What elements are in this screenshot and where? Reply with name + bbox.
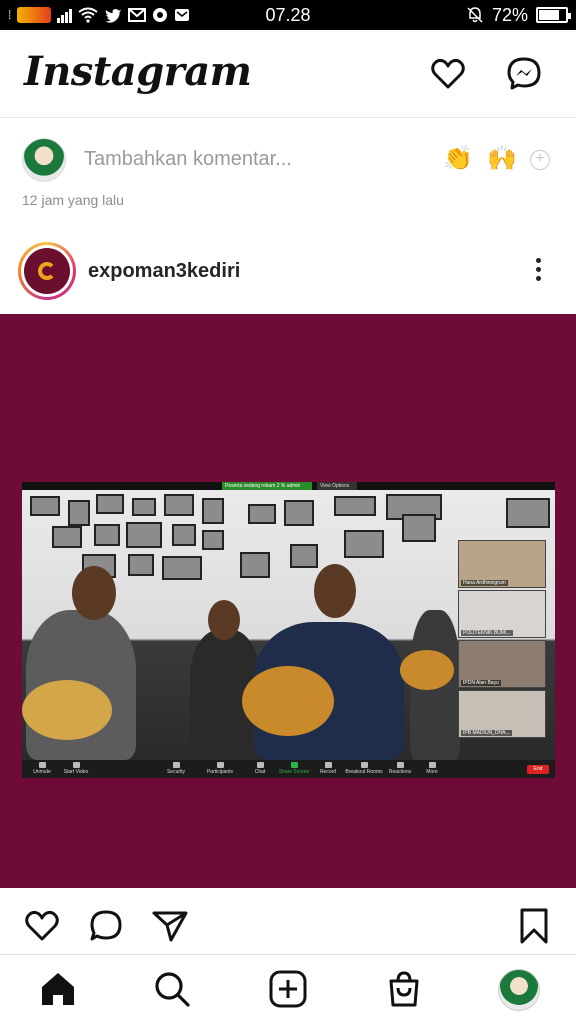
participant-tile: Hana Ardhiningrum — [458, 540, 546, 588]
zoom-screenshot: Peserta sedang rekam 2 % admin View Opti… — [22, 482, 555, 778]
participant-name: POLITEKNIK BUMI... — [461, 630, 513, 636]
zoom-record: Record — [308, 762, 348, 775]
wall-photo — [402, 514, 436, 542]
wall-photo — [290, 544, 318, 568]
bass-guitar — [22, 680, 112, 740]
like-icon — [25, 910, 59, 941]
wall-photo — [52, 526, 82, 548]
more-options-icon[interactable] — [528, 256, 548, 286]
messenger-icon — [507, 57, 541, 90]
comment-button[interactable] — [86, 906, 126, 946]
participant-tile: POLITEKNIK BUMI... — [458, 590, 546, 638]
zoom-breakout-rooms: Breakout Rooms — [344, 762, 384, 775]
story-ring[interactable] — [18, 242, 76, 300]
activity-button[interactable] — [428, 54, 468, 94]
wall-photo — [506, 498, 550, 528]
nav-create[interactable] — [268, 969, 308, 1009]
wall-photo — [344, 530, 384, 558]
search-icon — [155, 972, 190, 1007]
current-user-avatar — [22, 138, 66, 182]
wall-photo — [126, 522, 162, 548]
zoom-view-options: View Options — [317, 482, 357, 490]
app-header: Instagram — [0, 30, 576, 118]
participant-tile: IPDN Alan Bayu — [458, 640, 546, 688]
post-header: expoman3kediri — [0, 236, 576, 310]
zoom-participant-sidebar: Hana Ardhiningrum POLITEKNIK BUMI... IPD… — [458, 540, 546, 740]
nav-search[interactable] — [152, 969, 192, 1009]
add-emoji-icon[interactable]: + — [530, 150, 550, 170]
wall-photo — [334, 496, 376, 516]
post-actions — [0, 896, 576, 954]
zoom-recording-banner: Peserta sedang rekam 2 % admin — [222, 482, 312, 490]
comment-icon — [90, 910, 122, 941]
zoom-end-button: End — [527, 765, 549, 774]
post-username[interactable]: expoman3kediri — [88, 260, 240, 283]
post-image[interactable]: Peserta sedang rekam 2 % admin View Opti… — [0, 314, 576, 888]
post-author-avatar — [24, 248, 70, 294]
instagram-logo[interactable]: Instagram — [24, 48, 252, 95]
post-timestamp: 12 jam yang lalu — [22, 192, 124, 208]
zoom-security: Security — [156, 762, 196, 775]
nav-home[interactable] — [38, 969, 78, 1009]
acoustic-guitar — [242, 666, 334, 736]
home-icon — [42, 973, 74, 1005]
share-icon — [152, 911, 188, 942]
wall-photo — [128, 554, 154, 576]
participant-name: IPDN Alan Bayu — [461, 680, 501, 686]
zoom-more: More — [412, 762, 452, 775]
zoom-start-video: Start Video — [56, 762, 96, 775]
bassist-head — [72, 566, 116, 620]
wall-photo — [248, 504, 276, 524]
wall-photo — [162, 556, 202, 580]
raising-hands-emoji-button[interactable]: 🙌 — [487, 144, 517, 173]
notifications-off-icon — [467, 7, 483, 23]
status-icons-right: 72% — [466, 4, 571, 26]
zoom-main-video: Hana Ardhiningrum POLITEKNIK BUMI... IPD… — [22, 490, 555, 760]
wall-photo — [172, 524, 196, 546]
save-icon — [520, 908, 548, 944]
direct-messages-button[interactable] — [504, 54, 544, 94]
clapping-emoji-button[interactable]: 👏 — [443, 144, 473, 173]
heart-icon — [431, 58, 465, 89]
status-bar: ⁞ 07.28 72% — [0, 0, 576, 30]
wall-photo — [240, 552, 270, 578]
wall-photo — [68, 500, 90, 526]
zoom-participants: Participants — [200, 762, 240, 775]
save-button[interactable] — [514, 906, 554, 946]
zoom-toolbar: Unmute Start Video Security Participants… — [22, 760, 555, 778]
battery-percent: 72% — [491, 4, 528, 25]
bottom-navigation — [0, 954, 576, 1024]
wall-photo — [94, 524, 120, 546]
wall-photo — [30, 496, 60, 516]
participant-name: IPB MADIUN_DHA... — [461, 730, 512, 736]
add-comment-row: Tambahkan komentar... 👏 🙌 + — [0, 130, 576, 190]
drummer-head — [208, 600, 240, 640]
battery-icon — [536, 7, 571, 23]
vocalist-head — [314, 564, 356, 618]
wall-photo — [132, 498, 156, 516]
wall-photo — [96, 494, 124, 514]
share-button[interactable] — [150, 906, 190, 946]
add-comment-input[interactable]: Tambahkan komentar... — [84, 148, 292, 171]
wall-photo — [164, 494, 194, 516]
wall-photo — [284, 500, 314, 526]
wall-photo — [202, 498, 224, 524]
electric-guitar — [400, 650, 454, 690]
create-icon — [269, 970, 307, 1008]
nav-shop[interactable] — [384, 969, 424, 1009]
wall-photo — [202, 530, 224, 550]
shop-icon — [389, 971, 419, 1007]
nav-profile-avatar[interactable] — [498, 969, 540, 1011]
participant-tile: IPB MADIUN_DHA... — [458, 690, 546, 738]
participant-name: Hana Ardhiningrum — [461, 580, 508, 586]
like-button[interactable] — [22, 906, 62, 946]
instagram-feed-screen: ⁞ 07.28 72% Instagram Tambahkan komentar… — [0, 0, 576, 1024]
